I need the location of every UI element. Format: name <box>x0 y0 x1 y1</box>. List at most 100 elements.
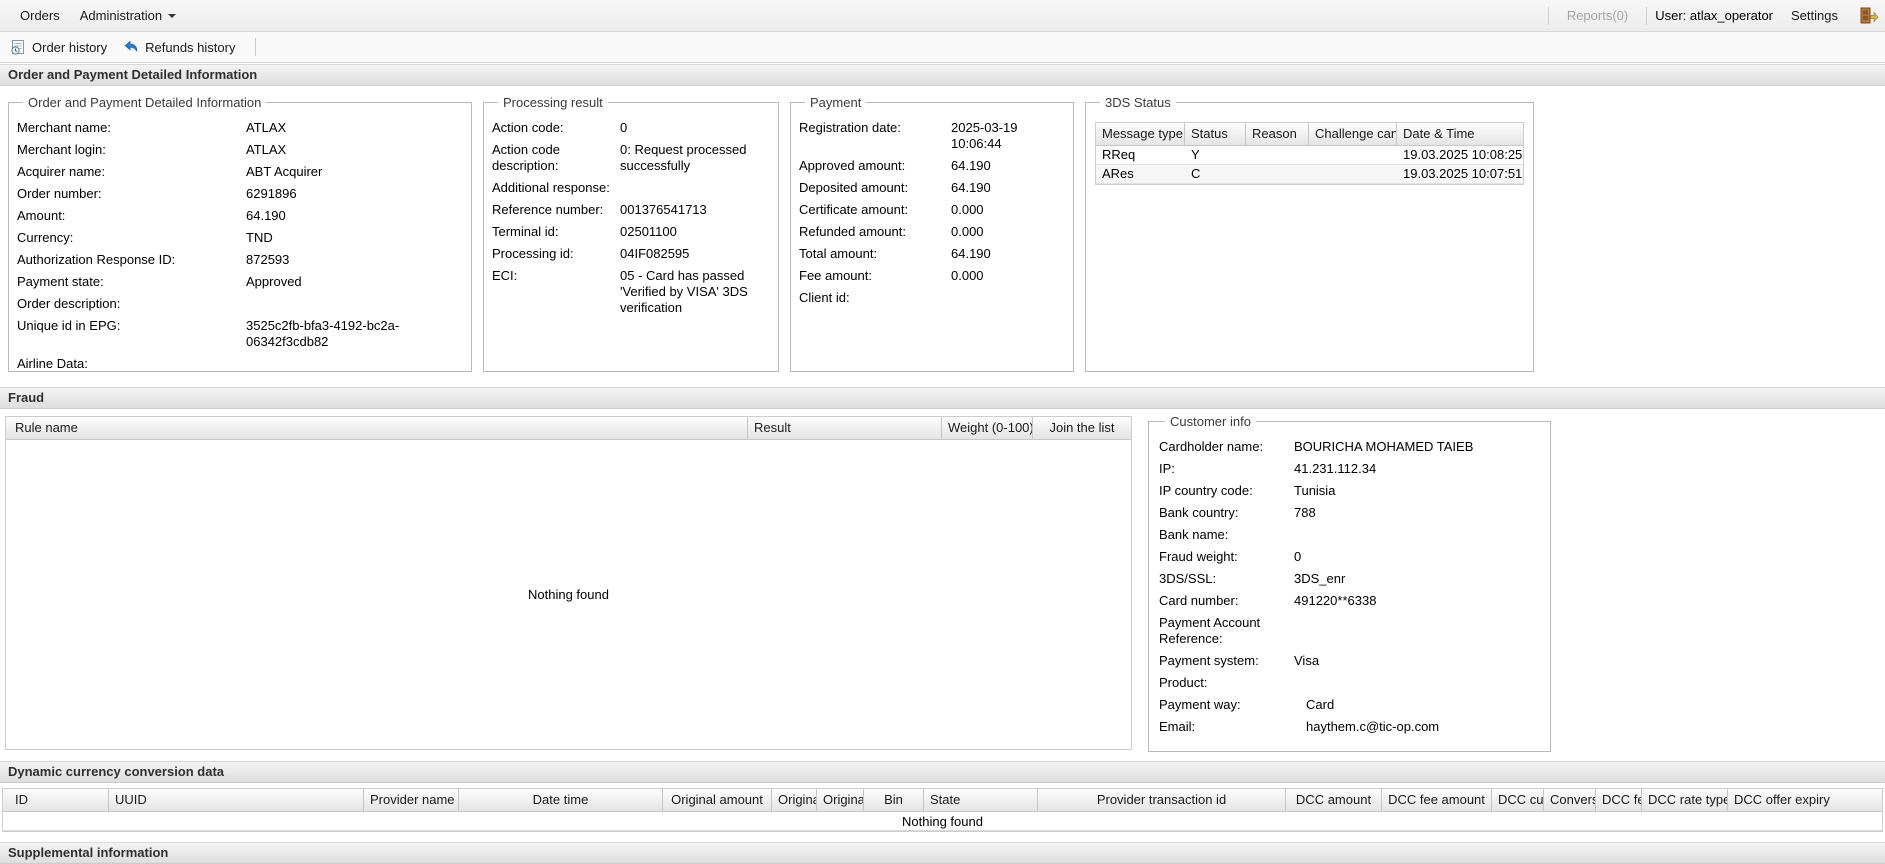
column-header-weight[interactable]: Weight (0-100) <box>942 417 1033 439</box>
field-label: Airline Data: <box>17 356 88 371</box>
column-header-provider-transaction-id[interactable]: Provider transaction id <box>1038 789 1286 811</box>
fraud-table-header: Rule name Result Weight (0-100) Join the… <box>6 417 1131 440</box>
field-row: Payment state: Approved <box>17 274 463 290</box>
field-label: IP country code: <box>1159 483 1253 498</box>
menu-settings-label: Settings <box>1791 8 1838 23</box>
field-row: Fee amount: 0.000 <box>799 268 1065 284</box>
field-value: Tunisia <box>1294 483 1336 498</box>
column-header-dcc-amount[interactable]: DCC amount <box>1286 789 1382 811</box>
payment-legend: Payment <box>810 95 862 110</box>
column-header-dcc-fee-amount[interactable]: DCC fee amount <box>1382 789 1492 811</box>
field-row: Additional response: <box>492 180 770 196</box>
section-header-supplemental-label: Supplemental information <box>8 845 169 860</box>
field-value: haythem.c@tic-op.com <box>1306 719 1440 734</box>
field-row: Card number: 491220**6338 <box>1159 593 1540 609</box>
field-row: Merchant login: ATLAX <box>17 142 463 158</box>
cell-challenge-cancel <box>1309 165 1397 183</box>
field-value: 02501100 <box>620 224 677 239</box>
field-label: Payment state: <box>17 274 104 289</box>
field-row: Bank country: 788 <box>1159 505 1540 521</box>
cell-status: C <box>1191 166 1201 181</box>
section-header-fraud: Fraud <box>0 387 1885 409</box>
field-value: 491220**6338 <box>1294 593 1377 608</box>
field-value: 2025-03-19 10:06:44 <box>951 120 1018 151</box>
column-header-conversion[interactable]: Conversi <box>1544 789 1596 811</box>
column-header-date-time[interactable]: Date time <box>459 789 663 811</box>
column-header-state[interactable]: State <box>924 789 1038 811</box>
field-value <box>1294 615 1540 647</box>
field-label: Additional response: <box>492 180 610 195</box>
column-header-original-amount[interactable]: Original amount <box>663 789 772 811</box>
column-header-date-time[interactable]: Date & Time <box>1397 123 1524 145</box>
field-label: Merchant login: <box>17 142 106 157</box>
table-row[interactable]: RReq Y 19.03.2025 10:08:25 <box>1096 146 1523 165</box>
field-value: Visa <box>1294 653 1320 668</box>
field-row: Product: <box>1159 675 1540 691</box>
field-value: 64.190 <box>951 158 991 173</box>
field-row: Approved amount: 64.190 <box>799 158 1065 174</box>
customer-info-fieldset: Customer info Cardholder name: BOURICHA M… <box>1148 414 1551 752</box>
field-label: Action code: <box>492 120 564 135</box>
processing-result-fieldset: Processing result Action code: 0 Action c… <box>483 95 779 372</box>
field-row: Payment way: Card <box>1159 697 1540 713</box>
field-value: Approved <box>246 274 302 289</box>
user-label: User: atlax_operator <box>1655 8 1774 23</box>
column-header-join-the-list[interactable]: Join the list <box>1033 417 1131 439</box>
order-history-button[interactable]: Order history <box>6 36 115 58</box>
chevron-down-icon <box>168 13 177 18</box>
column-header-rule-name[interactable]: Rule name <box>6 417 748 439</box>
payment-fieldset: Payment Registration date: 2025-03-19 10:… <box>790 95 1074 372</box>
three-ds-table-header: Message type Status Reason Challenge can… <box>1096 123 1523 146</box>
column-header-challenge-cancel[interactable]: Challenge cancel <box>1309 123 1397 145</box>
column-header-dcc-fee[interactable]: DCC fee <box>1596 789 1642 811</box>
field-label: Email: <box>1159 719 1196 734</box>
field-value: ABT Acquirer <box>246 164 323 179</box>
column-header-message-type[interactable]: Message type <box>1096 123 1185 145</box>
column-header-dcc-currency[interactable]: DCC curr <box>1492 789 1544 811</box>
column-header-original-currency[interactable]: Original c <box>817 789 864 811</box>
field-value <box>620 180 770 196</box>
field-value <box>951 290 1065 306</box>
field-label: Order number: <box>17 186 102 201</box>
section-header-order-payment: Order and Payment Detailed Information <box>0 64 1885 86</box>
column-header-uuid[interactable]: UUID <box>109 789 364 811</box>
logout-door-icon[interactable] <box>1860 7 1879 24</box>
field-label: Card number: <box>1159 593 1239 608</box>
field-label: Cardholder name: <box>1159 439 1264 454</box>
column-header-reason[interactable]: Reason <box>1246 123 1309 145</box>
processing-result-legend: Processing result <box>503 95 603 110</box>
field-value: 0 <box>1294 549 1302 564</box>
table-row[interactable]: ARes C 19.03.2025 10:07:51 <box>1096 165 1523 184</box>
column-header-dcc-offer-expiry[interactable]: DCC offer expiry <box>1728 789 1883 811</box>
field-value: BOURICHA MOHAMED TAIEB <box>1294 439 1474 454</box>
column-header-provider-name[interactable]: Provider name <box>364 789 459 811</box>
menu-administration[interactable]: Administration <box>70 4 186 27</box>
menu-settings[interactable]: Settings <box>1781 4 1848 27</box>
column-header-result[interactable]: Result <box>748 417 942 439</box>
cell-message-type: ARes <box>1102 166 1134 181</box>
field-value <box>246 296 463 312</box>
column-header-original-fee[interactable]: Original f <box>772 789 817 811</box>
refunds-history-button[interactable]: Refunds history <box>119 36 243 58</box>
field-row: Order description: <box>17 296 463 312</box>
field-row: Fraud weight: 0 <box>1159 549 1540 565</box>
field-row: Currency: TND <box>17 230 463 246</box>
field-row: IP country code: Tunisia <box>1159 483 1540 499</box>
menubar-separator <box>1646 6 1648 25</box>
menu-reports: Reports(0) <box>1557 4 1638 27</box>
field-row: Email: haythem.c@tic-op.com <box>1159 719 1540 735</box>
field-value: Card <box>1306 697 1335 712</box>
column-header-dcc-rate-type[interactable]: DCC rate type <box>1642 789 1728 811</box>
field-row: Action code: 0 <box>492 120 770 136</box>
field-row: Registration date: 2025-03-19 10:06:44 <box>799 120 1065 152</box>
column-header-id[interactable]: ID <box>3 789 109 811</box>
field-value: 0 <box>620 120 628 135</box>
column-header-bin[interactable]: Bin <box>864 789 924 811</box>
fraud-table-empty: Nothing found <box>6 440 1131 749</box>
field-value: 0: Request processed successfully <box>620 142 747 173</box>
three-ds-status-fieldset: 3DS Status Message type Status Reason Ch… <box>1085 95 1534 372</box>
menu-orders[interactable]: Orders <box>10 4 70 27</box>
field-row: Processing id: 04IF082595 <box>492 246 770 262</box>
column-header-status[interactable]: Status <box>1185 123 1246 145</box>
field-value: 872593 <box>246 252 290 267</box>
